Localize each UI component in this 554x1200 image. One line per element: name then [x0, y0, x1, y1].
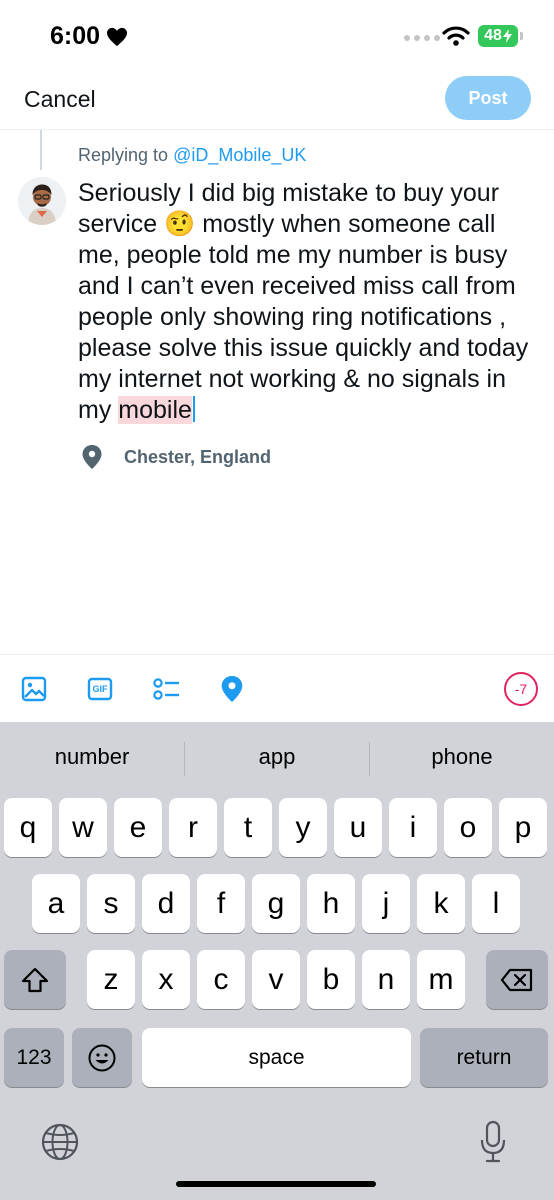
key-z[interactable]: z [87, 950, 135, 1009]
key-a[interactable]: a [32, 874, 80, 933]
numbers-key[interactable]: 123 [4, 1028, 64, 1087]
charging-bolt-icon [502, 29, 512, 43]
avatar[interactable] [18, 177, 66, 225]
delete-key[interactable] [486, 950, 548, 1009]
key-s[interactable]: s [87, 874, 135, 933]
key-q[interactable]: q [4, 798, 52, 857]
suggestion-item[interactable]: number [0, 744, 184, 770]
key-h[interactable]: h [307, 874, 355, 933]
key-u[interactable]: u [334, 798, 382, 857]
avatar-image [18, 177, 66, 225]
shift-icon [21, 967, 49, 992]
key-d[interactable]: d [142, 874, 190, 933]
highlighted-word: mobile [118, 396, 192, 424]
add-image-button[interactable] [18, 673, 50, 705]
key-x[interactable]: x [142, 950, 190, 1009]
image-icon [21, 676, 47, 702]
cellular-signal-icon [404, 35, 440, 41]
post-button[interactable]: Post [445, 76, 531, 120]
reply-handle[interactable]: @iD_Mobile_UK [173, 145, 306, 165]
add-poll-button[interactable] [150, 673, 182, 705]
gif-label: GIF [92, 684, 108, 694]
space-key[interactable]: space [142, 1028, 411, 1087]
clock-text: 6:00 [50, 22, 101, 50]
key-n[interactable]: n [362, 950, 410, 1009]
key-m[interactable]: m [417, 950, 465, 1009]
key-v[interactable]: v [252, 950, 300, 1009]
key-k[interactable]: k [417, 874, 465, 933]
location-pin-icon [82, 445, 102, 469]
key-i[interactable]: i [389, 798, 437, 857]
battery-indicator: 48 [478, 25, 518, 47]
key-g[interactable]: g [252, 874, 300, 933]
text-cursor [192, 396, 195, 422]
microphone-icon[interactable] [478, 1120, 508, 1164]
compose-toolbar: GIF [0, 654, 554, 722]
battery-cap [520, 32, 523, 40]
backspace-icon [500, 968, 533, 991]
key-r[interactable]: r [169, 798, 217, 857]
suggestion-bar: number app phone [0, 722, 554, 796]
add-gif-button[interactable]: GIF [84, 673, 116, 705]
emoji-icon [88, 1044, 116, 1071]
suggestion-item[interactable]: phone [370, 744, 554, 770]
home-indicator [176, 1181, 376, 1187]
tweet-text-field[interactable]: Seriously I did big mistake to buy your … [78, 178, 538, 426]
key-w[interactable]: w [59, 798, 107, 857]
status-time: 6:00 [50, 22, 128, 51]
key-f[interactable]: f [197, 874, 245, 933]
add-location-button[interactable] [216, 673, 248, 705]
key-j[interactable]: j [362, 874, 410, 933]
thread-line [40, 130, 42, 170]
suggestion-item[interactable]: app [185, 744, 369, 770]
key-o[interactable]: o [444, 798, 492, 857]
key-t[interactable]: t [224, 798, 272, 857]
battery-level: 48 [484, 27, 502, 44]
cancel-button[interactable]: Cancel [24, 86, 96, 113]
keyboard: number app phone q w e r t y u i o p a s… [0, 722, 554, 1200]
key-y[interactable]: y [279, 798, 327, 857]
location-icon [221, 676, 243, 702]
replying-to[interactable]: Replying to @iD_Mobile_UK [78, 145, 306, 166]
shift-key[interactable] [4, 950, 66, 1009]
globe-icon[interactable] [40, 1122, 80, 1162]
location-label: Chester, England [124, 446, 272, 467]
return-key[interactable]: return [420, 1028, 548, 1087]
key-c[interactable]: c [197, 950, 245, 1009]
tweet-text: Seriously I did big mistake to buy your … [78, 179, 529, 424]
compose-header: Cancel Post [0, 72, 554, 130]
character-counter: -7 [504, 672, 538, 706]
key-b[interactable]: b [307, 950, 355, 1009]
poll-icon [153, 678, 179, 700]
wifi-icon [442, 26, 470, 46]
status-bar: 6:00 48 [0, 0, 554, 72]
emoji-key[interactable] [72, 1028, 132, 1087]
key-e[interactable]: e [114, 798, 162, 857]
location-tag[interactable]: Chester, England [80, 444, 271, 470]
key-l[interactable]: l [472, 874, 520, 933]
replying-prefix: Replying to [78, 145, 174, 165]
key-p[interactable]: p [499, 798, 547, 857]
heart-icon [107, 27, 128, 46]
